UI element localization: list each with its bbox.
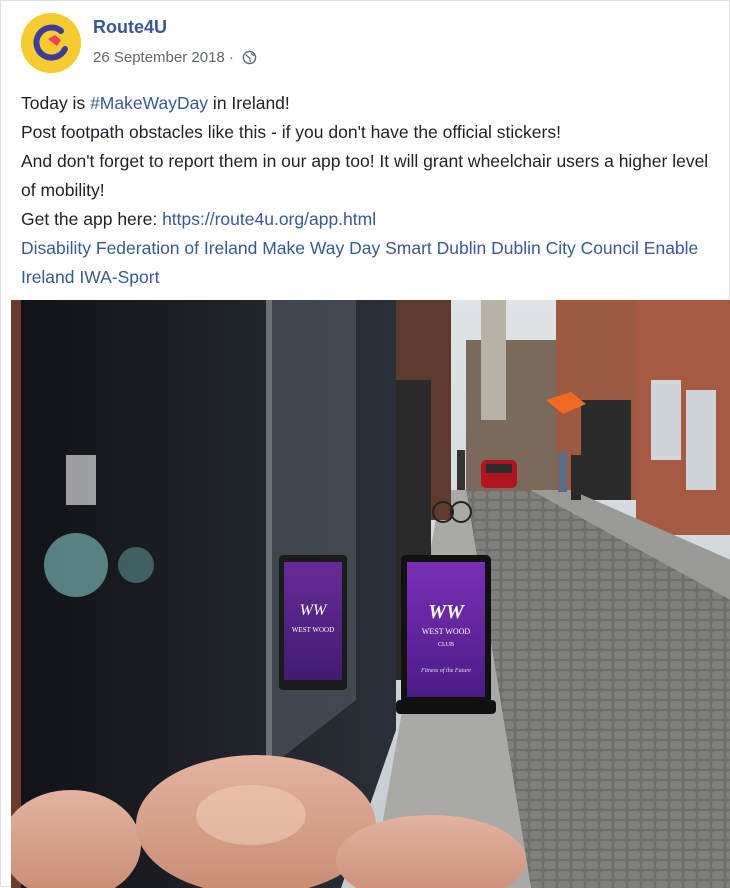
post-text: Today is #MakeWayDay in Ireland! Post fo… (21, 89, 721, 292)
text-line-1-end: in Ireland! (208, 93, 290, 113)
globe-icon (242, 50, 257, 69)
route4u-logo-icon (21, 13, 81, 73)
reflected-sign-brand: WW (300, 602, 328, 619)
app-line-prefix: Get the app here: (21, 209, 163, 229)
app-url-link[interactable]: https://route4u.org/app.html (162, 209, 376, 229)
a-board-tagline: Fitness of the Future (420, 667, 471, 674)
mentions-links[interactable]: Disability Federation of Ireland Make Wa… (21, 234, 721, 292)
a-board-sign: WW WEST WOOD CLUB Fitness of the Future (396, 555, 496, 714)
text-line-3: And don't forget to report them in our a… (21, 151, 709, 200)
a-board-name: WEST WOOD (422, 627, 471, 636)
app-line: Get the app here: https://route4u.org/ap… (21, 205, 721, 234)
reflected-sign-name: WEST WOOD (292, 626, 334, 634)
hashtag-link[interactable]: #MakeWayDay (90, 93, 208, 113)
text-line-2: Post footpath obstacles like this - if y… (21, 122, 561, 142)
page-name[interactable]: Route4U (93, 17, 167, 38)
avatar[interactable] (21, 13, 81, 73)
post-meta: 26 September 2018 · (93, 49, 257, 69)
post-photo[interactable]: WW WEST WOOD WW WEST WOOD CLUB Fitness o… (11, 300, 730, 888)
meta-separator: · (224, 49, 239, 66)
post-date[interactable]: 26 September 2018 (93, 49, 225, 66)
text-line-1-start: Today is (21, 93, 91, 113)
reflected-sign: WW WEST WOOD (279, 555, 347, 690)
text-line-1: Today is #MakeWayDay in Ireland! (21, 89, 721, 118)
a-board-brand: WW (428, 601, 465, 623)
facebook-post: Route4U 26 September 2018 · Today is #Ma… (0, 0, 730, 888)
a-board-sub: CLUB (438, 642, 454, 648)
